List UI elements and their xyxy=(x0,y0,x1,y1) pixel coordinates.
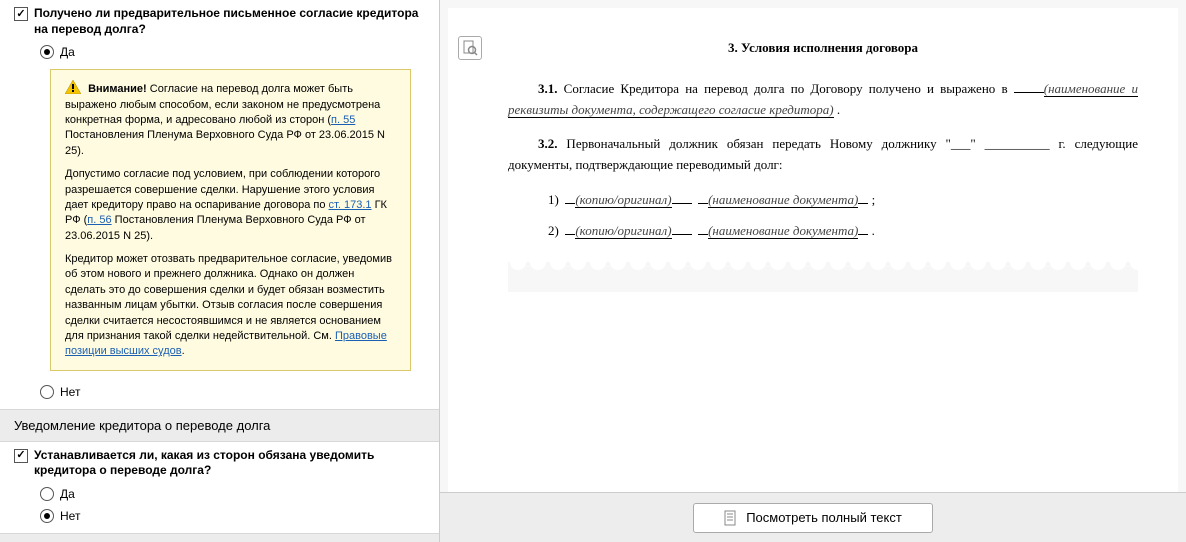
warn-p3b: . xyxy=(182,345,185,357)
li2-b: (наименование документа) xyxy=(708,223,858,239)
doc-list-item-1: 1) (копию/оригинал) (наименование докуме… xyxy=(548,190,1138,211)
clause-3-1: 3.1. Согласие Кредитора на перевод долга… xyxy=(508,79,1138,121)
li1-num: 1) xyxy=(548,192,559,207)
q2-checkbox[interactable] xyxy=(14,449,28,463)
q2-radio-yes-row[interactable]: Да xyxy=(40,483,425,505)
warn-p1b: Постановления Пленума Верховного Суда РФ… xyxy=(65,129,385,156)
right-preview-pane: 3. Условия исполнения договора 3.1. Согл… xyxy=(440,0,1186,542)
clause-3-1-num: 3.1. xyxy=(538,81,558,96)
view-full-text-button[interactable]: Посмотреть полный текст xyxy=(693,503,933,533)
q1-radio-yes-row[interactable]: Да xyxy=(40,41,425,63)
preview-zoom-icon[interactable] xyxy=(458,36,482,60)
warn-link2[interactable]: ст. 173.1 xyxy=(329,199,372,211)
left-questionnaire-pane: Получено ли предварительное письменное с… xyxy=(0,0,440,542)
section-header-documents: Документы и сведения о долге xyxy=(0,533,439,542)
li2-a: (копию/оригинал) xyxy=(575,223,671,239)
full-text-label: Посмотреть полный текст xyxy=(746,510,902,525)
q1-no-label: Нет xyxy=(60,385,80,399)
clause-3-2-a: Первоначальный должник обязан передать Н… xyxy=(508,136,1138,172)
q1-text: Получено ли предварительное письменное с… xyxy=(34,6,425,37)
clause-3-2: 3.2. Первоначальный должник обязан перед… xyxy=(508,134,1138,176)
q2-radio-no-row[interactable]: Нет xyxy=(40,505,425,527)
document-area: 3. Условия исполнения договора 3.1. Согл… xyxy=(448,8,1178,492)
warn-title: Внимание! xyxy=(88,83,147,95)
document-icon xyxy=(724,510,738,526)
q1-checkbox[interactable] xyxy=(14,7,28,21)
warn-link3[interactable]: п. 56 xyxy=(87,214,111,226)
doc-title: 3. Условия исполнения договора xyxy=(508,38,1138,59)
warning-icon xyxy=(65,80,81,94)
clause-3-2-num: 3.2. xyxy=(538,136,558,151)
li2-num: 2) xyxy=(548,223,559,238)
torn-edge xyxy=(508,272,1138,292)
q1-yes-label: Да xyxy=(60,45,75,59)
q1-radio-no-row[interactable]: Нет xyxy=(40,381,425,403)
clause-3-1-b: . xyxy=(834,102,841,117)
q1-radio-yes[interactable] xyxy=(40,45,54,59)
warn-p3a: Кредитор может отозвать предварительное … xyxy=(65,253,392,342)
q2-radio-yes[interactable] xyxy=(40,487,54,501)
q2-no-label: Нет xyxy=(60,509,80,523)
q2-yes-label: Да xyxy=(60,487,75,501)
right-footer: Посмотреть полный текст xyxy=(440,492,1186,542)
clause-3-1-a: Согласие Кредитора на перевод долга по Д… xyxy=(558,81,1014,96)
warning-box: Внимание! Согласие на перевод долга може… xyxy=(50,69,411,371)
document-content: 3. Условия исполнения договора 3.1. Согл… xyxy=(448,8,1178,312)
li1-b: (наименование документа) xyxy=(708,192,858,208)
doc-list-item-2: 2) (копию/оригинал) (наименование докуме… xyxy=(548,221,1138,242)
q1-radio-no[interactable] xyxy=(40,385,54,399)
q2-text: Устанавливается ли, какая из сторон обяз… xyxy=(34,448,425,479)
li1-a: (копию/оригинал) xyxy=(575,192,671,208)
q2-radio-no[interactable] xyxy=(40,509,54,523)
section-header-notification: Уведомление кредитора о переводе долга xyxy=(0,409,439,442)
warn-link1[interactable]: п. 55 xyxy=(331,114,355,126)
